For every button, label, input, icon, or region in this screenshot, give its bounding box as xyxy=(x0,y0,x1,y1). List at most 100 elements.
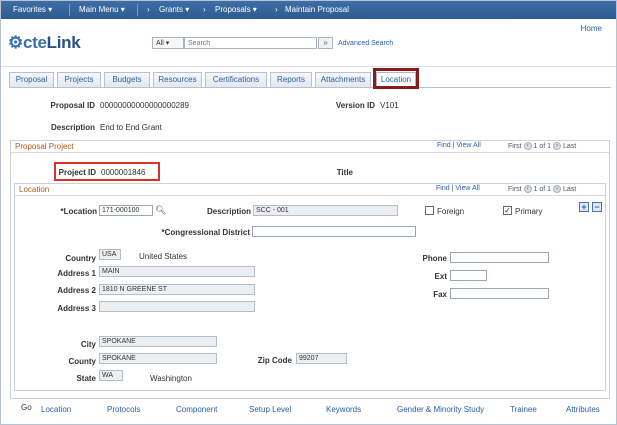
county-label: County xyxy=(68,357,96,366)
breadcrumb-separator: › xyxy=(275,5,278,14)
home-link[interactable]: Home xyxy=(581,24,602,33)
proposal-project-view-all-link[interactable]: View All xyxy=(456,142,480,149)
address-1-field: MAIN xyxy=(99,266,255,277)
lookup-icon[interactable]: 🔍︎ xyxy=(155,205,166,216)
go-label: Go xyxy=(21,403,32,412)
foreign-checkbox[interactable] xyxy=(425,206,434,215)
county-field: SPOKANE xyxy=(99,353,217,364)
nav-divider xyxy=(69,4,70,16)
delete-row-button[interactable]: − xyxy=(592,202,602,212)
state-name: Washington xyxy=(150,374,192,383)
version-id-value: V101 xyxy=(380,101,399,110)
related-links-bar: Go Location Protocols Component Setup Le… xyxy=(9,403,609,417)
previous-row-icon[interactable]: ‹ xyxy=(523,142,532,150)
zip-code-label: Zip Code xyxy=(257,356,292,365)
country-label: Country xyxy=(65,254,96,263)
previous-row-icon[interactable]: ‹ xyxy=(523,185,532,193)
top-navigation-bar: Favorites ▾ Main Menu ▾ › Grants ▾ › Pro… xyxy=(1,1,616,19)
address-2-label: Address 2 xyxy=(57,286,96,295)
city-field: SPOKANE xyxy=(99,336,217,347)
title-label: Title xyxy=(336,168,353,177)
logo-part-cte: ⚙cte xyxy=(8,33,47,52)
next-row-icon[interactable]: › xyxy=(552,185,561,193)
tab-certifications[interactable]: Certifications xyxy=(205,72,267,87)
bottom-link-protocols[interactable]: Protocols xyxy=(107,405,140,414)
description-value: End to End Grant xyxy=(100,123,162,132)
main-menu[interactable]: Main Menu ▾ xyxy=(79,5,125,14)
address-3-field xyxy=(99,301,255,312)
ext-label: Ext xyxy=(434,272,447,281)
proposal-project-first[interactable]: First xyxy=(508,143,522,150)
add-row-button[interactable]: + xyxy=(579,202,589,212)
address-1-label: Address 1 xyxy=(57,269,96,278)
tab-underline xyxy=(9,87,611,88)
location-first[interactable]: First xyxy=(508,186,522,193)
bottom-link-component[interactable]: Component xyxy=(176,405,217,414)
congressional-district-input[interactable] xyxy=(252,226,416,237)
fax-input[interactable] xyxy=(450,288,549,299)
tab-reports[interactable]: Reports xyxy=(270,72,312,87)
phone-label: Phone xyxy=(422,254,447,263)
primary-checkbox[interactable]: ✓ xyxy=(503,206,512,215)
state-label: State xyxy=(76,374,96,383)
project-id-highlight xyxy=(54,162,160,181)
location-description-field: SCC - 001 xyxy=(253,205,398,216)
bottom-link-trainee[interactable]: Trainee xyxy=(510,405,537,414)
state-field: WA xyxy=(99,370,123,381)
location-description-label: Description xyxy=(206,207,251,216)
search-input[interactable] xyxy=(184,37,317,49)
search-go-button[interactable]: » xyxy=(318,37,333,49)
primary-label: Primary xyxy=(515,207,543,216)
bottom-link-location[interactable]: Location xyxy=(41,405,71,414)
proposal-id-value: 00000000000000000289 xyxy=(100,101,189,110)
logo-part-link: Link xyxy=(46,33,81,52)
next-row-icon[interactable]: › xyxy=(552,142,561,150)
bottom-link-keywords[interactable]: Keywords xyxy=(326,405,361,414)
address-3-label: Address 3 xyxy=(57,304,96,313)
bottom-link-gender-minority-study[interactable]: Gender & Minority Study xyxy=(397,405,484,414)
breadcrumb-separator: › xyxy=(203,5,206,14)
city-label: City xyxy=(80,340,96,349)
favorites-menu[interactable]: Favorites ▾ xyxy=(13,5,52,14)
congressional-district-label: *Congressional District xyxy=(161,228,250,237)
proposal-project-last[interactable]: Last xyxy=(563,143,576,150)
location-find-link[interactable]: Find xyxy=(436,185,450,192)
breadcrumb-grants[interactable]: Grants ▾ xyxy=(159,5,189,14)
location-counter: 1 of 1 xyxy=(533,185,552,193)
country-field: USA xyxy=(99,249,121,260)
location-label: *Location xyxy=(60,207,97,216)
breadcrumb-maintain-proposal: Maintain Proposal xyxy=(285,5,350,14)
ctclink-logo: ⚙cteLink xyxy=(8,33,81,53)
nav-divider xyxy=(137,4,138,16)
proposal-project-header: Proposal Project Find | View All First ‹… xyxy=(11,141,609,153)
location-header: Location Find | View All First ‹ 1 of 1 … xyxy=(15,184,605,196)
tab-attachments[interactable]: Attachments xyxy=(315,72,371,87)
location-last[interactable]: Last xyxy=(563,186,576,193)
proposal-project-find-link[interactable]: Find xyxy=(437,142,451,149)
country-name: United States xyxy=(139,252,188,261)
breadcrumb-proposals[interactable]: Proposals ▾ xyxy=(215,5,257,14)
advanced-search-link[interactable]: Advanced Search xyxy=(338,40,393,47)
tab-budgets[interactable]: Budgets xyxy=(104,72,150,87)
tab-projects[interactable]: Projects xyxy=(57,72,101,87)
ext-input[interactable] xyxy=(450,270,487,281)
tab-proposal[interactable]: Proposal xyxy=(9,72,54,87)
nav-pipe: | xyxy=(451,185,454,192)
proposal-project-title: Proposal Project xyxy=(15,142,74,151)
search-scope-select[interactable]: All ▾ xyxy=(152,37,184,49)
tab-resources[interactable]: Resources xyxy=(153,72,202,87)
location-view-all-link[interactable]: View All xyxy=(455,185,479,192)
description-label: Description xyxy=(50,123,95,132)
bottom-link-setup-level[interactable]: Setup Level xyxy=(249,405,291,414)
location-tab-highlight xyxy=(373,68,419,89)
location-title: Location xyxy=(19,185,50,194)
address-2-field: 1810 N GREENE ST xyxy=(99,284,255,295)
proposal-id-label: Proposal ID xyxy=(50,101,95,110)
fax-label: Fax xyxy=(433,290,447,299)
breadcrumb-separator: › xyxy=(147,5,150,14)
phone-input[interactable] xyxy=(450,252,549,263)
page-header: ⚙cteLink Home All ▾ » Advanced Search xyxy=(1,19,616,67)
location-input[interactable]: 171-000100 xyxy=(99,205,153,216)
version-id-label: Version ID xyxy=(335,101,375,110)
bottom-link-attributes[interactable]: Attributes xyxy=(566,405,600,414)
